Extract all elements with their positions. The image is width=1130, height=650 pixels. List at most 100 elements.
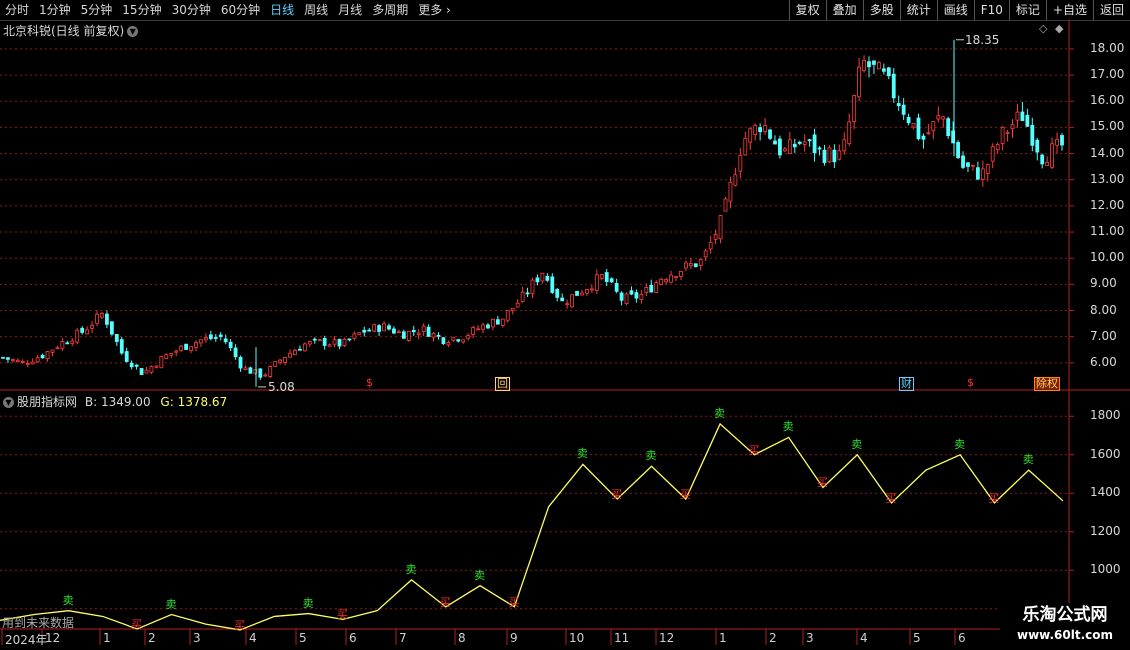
candle-body <box>718 215 723 240</box>
candle-body <box>674 276 678 278</box>
candle-body <box>619 292 624 301</box>
date-tick-label: 9 <box>510 631 518 645</box>
candle-body <box>975 167 980 180</box>
candle-body <box>466 335 471 339</box>
date-tick-label: 8 <box>458 631 466 645</box>
candle-body <box>931 121 936 132</box>
sell-signal: 卖 <box>165 597 177 611</box>
candle-body <box>268 366 273 377</box>
candle-body <box>243 367 248 371</box>
candle-body <box>654 282 659 293</box>
candle-body <box>867 61 871 68</box>
candle-body <box>822 149 827 163</box>
candle-body <box>194 342 198 348</box>
candle-body <box>679 270 683 277</box>
candle-body <box>886 67 891 77</box>
candle-body <box>540 272 545 282</box>
candle-body <box>857 66 862 98</box>
sell-signal: 卖 <box>474 568 486 582</box>
candle-body <box>35 357 40 363</box>
price-tick-label: 15.00 <box>1090 119 1125 134</box>
buy-signal: 买 <box>885 491 897 505</box>
candle-body <box>486 324 490 329</box>
candle-body <box>941 116 946 120</box>
candle-body <box>609 278 614 283</box>
date-tick-label: 3 <box>193 631 201 645</box>
candle-body <box>743 137 748 156</box>
candle-body <box>693 263 698 268</box>
chart-canvas[interactable] <box>0 0 1130 650</box>
date-tick-label: 2024年 <box>5 633 48 647</box>
candle-body <box>332 339 337 345</box>
candle-body <box>985 164 990 174</box>
sell-signal: 卖 <box>851 437 863 451</box>
candle-body <box>763 125 767 132</box>
candle-body <box>293 350 297 355</box>
sell-signal: 卖 <box>954 437 966 451</box>
candle-body <box>278 359 283 364</box>
candle-body <box>258 368 263 378</box>
candle-body <box>773 140 777 145</box>
candle-body <box>218 334 223 337</box>
sell-signal: 卖 <box>576 447 588 461</box>
candle-body <box>387 325 391 330</box>
price-tick-label: 11.00 <box>1090 224 1125 239</box>
date-tick-label: 4 <box>860 631 868 645</box>
candle-body <box>614 283 619 292</box>
candle-body <box>594 274 599 291</box>
high-price-label: 18.35 <box>965 32 1000 47</box>
candle-body <box>708 241 713 250</box>
candle-body <box>90 324 94 329</box>
candle-body <box>599 274 604 279</box>
candle-body <box>392 328 396 334</box>
date-tick-label: 10 <box>569 631 585 645</box>
candle-body <box>327 344 332 347</box>
price-tick-label: 14.00 <box>1090 145 1125 160</box>
candle-body <box>307 341 312 345</box>
candle-body <box>753 124 758 135</box>
candle-body <box>248 367 253 374</box>
candle-body <box>1020 111 1025 121</box>
candle-body <box>604 272 609 282</box>
candle-body <box>698 259 703 266</box>
candle-body <box>100 313 104 318</box>
indicator-tick-label: 1200 <box>1090 523 1121 538</box>
buy-signal: 买 <box>748 443 760 457</box>
candle-body <box>921 135 926 140</box>
candle-body <box>436 334 441 337</box>
price-tick-label: 9.00 <box>1090 276 1117 291</box>
candle-body <box>154 365 159 368</box>
candle-body <box>174 350 179 353</box>
candle-body <box>1035 139 1040 153</box>
candle-body <box>396 331 401 334</box>
candle-body <box>723 198 728 212</box>
candle-body <box>570 294 574 308</box>
candle-body <box>792 143 797 148</box>
candle-body <box>555 289 560 298</box>
candle-body <box>105 313 109 325</box>
candle-body <box>228 341 233 349</box>
candle-body <box>6 357 10 360</box>
candle-body <box>10 359 15 361</box>
buy-signal: 买 <box>439 595 451 609</box>
candle-body <box>733 174 738 186</box>
candle-body <box>184 343 188 350</box>
candle-body <box>1045 162 1050 166</box>
candle-body <box>377 325 381 332</box>
candle-body <box>189 346 193 351</box>
candle-body <box>1005 132 1010 134</box>
candle-body <box>337 338 342 347</box>
date-tick-label: 1 <box>719 631 727 645</box>
event-marker: $ <box>967 376 974 389</box>
price-tick-label: 12.00 <box>1090 197 1125 212</box>
candle-body <box>778 138 782 156</box>
candle-body <box>149 366 154 373</box>
price-tick-label: 18.00 <box>1090 40 1125 55</box>
candle-body <box>302 343 307 352</box>
candle-body <box>312 338 317 341</box>
candle-body <box>510 307 515 311</box>
price-tick-label: 13.00 <box>1090 171 1125 186</box>
candle-body <box>560 297 565 302</box>
candle-body <box>644 287 649 294</box>
watermark-url: www.60lt.com <box>1016 628 1114 642</box>
